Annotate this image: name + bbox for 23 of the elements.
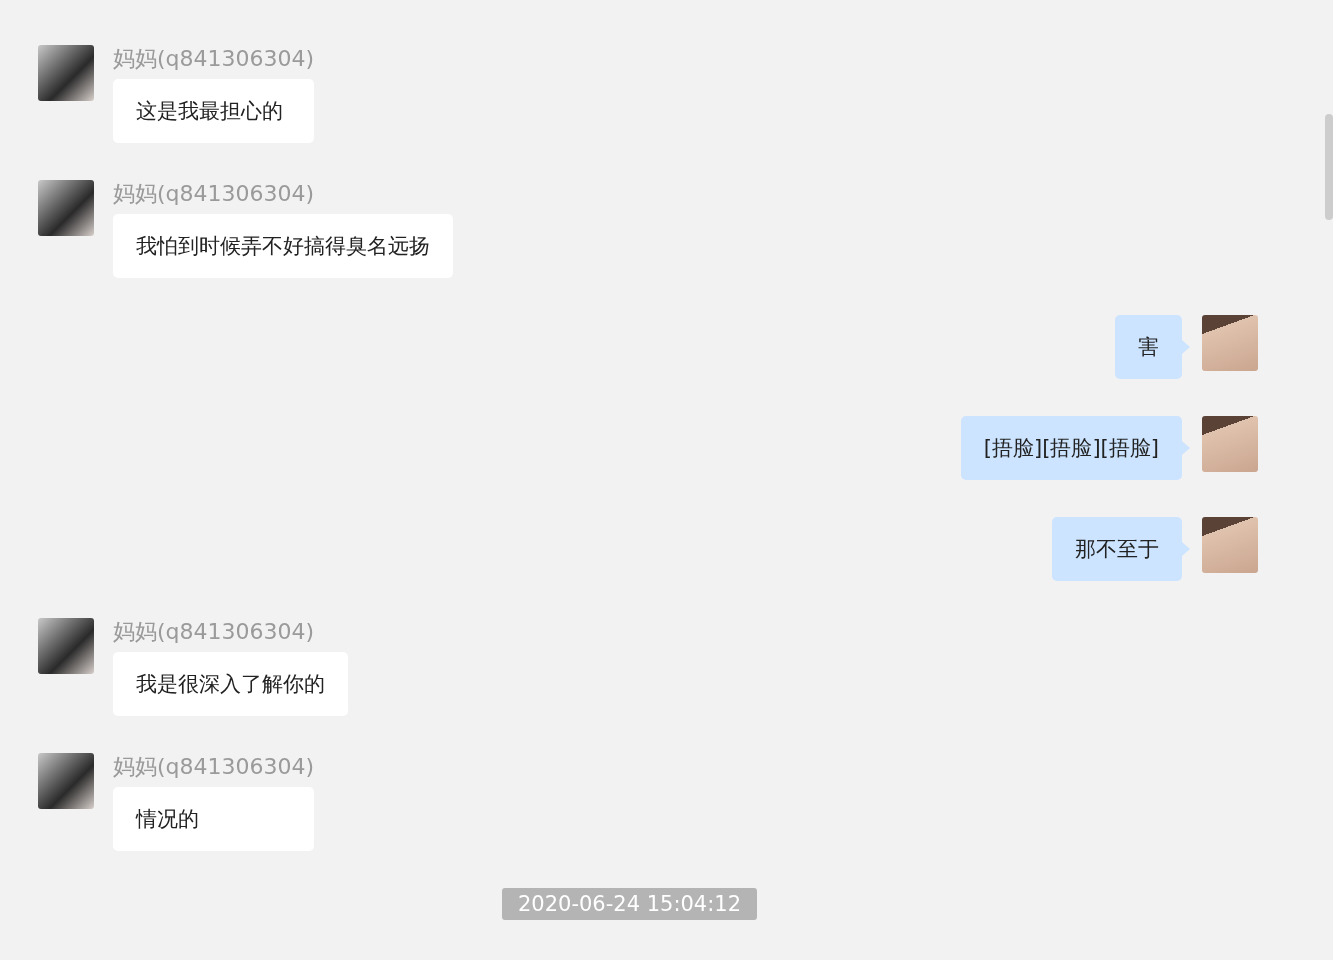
message-bubble: [捂脸][捂脸][捂脸] <box>960 416 1182 480</box>
avatar-photo-placeholder <box>1202 416 1258 472</box>
avatar-photo-placeholder <box>38 753 94 809</box>
avatar-photo-placeholder <box>38 618 94 674</box>
scrollbar-thumb[interactable] <box>1325 114 1333 220</box>
avatar-photo-placeholder <box>1202 517 1258 573</box>
sender-name: 妈妈(q841306304) <box>113 618 316 646</box>
sender-name: 妈妈(q841306304) <box>113 45 315 73</box>
bubble-tail-icon <box>1182 441 1190 455</box>
message-bubble: 那不至于 <box>1052 517 1182 581</box>
message-bubble: 害 <box>1115 315 1182 379</box>
message-bubble: 我怕到时候弄不好搞得臭名远扬 <box>113 214 453 278</box>
message-bubble: 这是我最担心的 <box>113 79 315 143</box>
avatar-photo-placeholder <box>1202 315 1258 371</box>
avatar-photo-placeholder <box>38 180 94 236</box>
timestamp: 2020-06-24 15:04:12 <box>501 888 757 920</box>
message-bubble: 我是很深入了解你的 <box>113 652 348 716</box>
bubble-tail-icon <box>1182 340 1190 354</box>
message-bubble: 情况的 <box>113 787 315 851</box>
sender-name: 妈妈(q841306304) <box>113 753 315 781</box>
bubble-tail-icon <box>1182 542 1190 556</box>
sender-name: 妈妈(q841306304) <box>113 180 316 208</box>
avatar-photo-placeholder <box>38 45 94 101</box>
